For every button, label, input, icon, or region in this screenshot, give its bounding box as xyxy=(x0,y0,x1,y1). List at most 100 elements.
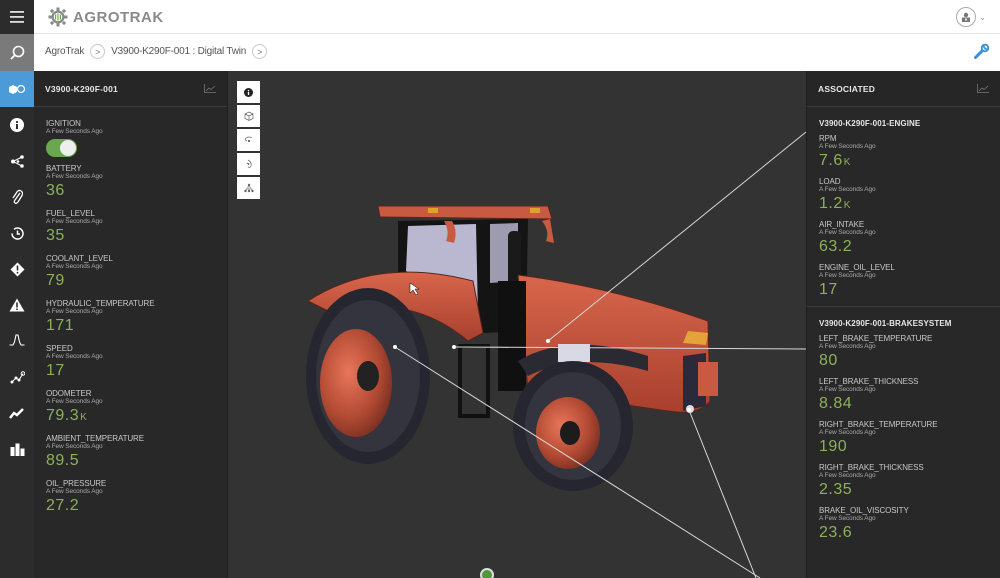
metric-item[interactable]: ODOMETER A Few Seconds Ago 79.3K xyxy=(46,389,227,427)
breadcrumb-item-current[interactable]: V3900-K290F-001 : Digital Twin xyxy=(111,46,246,57)
metric-value: 89.5 xyxy=(46,451,227,472)
breadcrumb-item-root[interactable]: AgroTrak xyxy=(45,46,84,57)
metric-label: RPM xyxy=(819,134,837,143)
metric-item[interactable]: LEFT_BRAKE_THICKNESS A Few Seconds Ago 8… xyxy=(819,377,1000,415)
compass-indicator[interactable] xyxy=(480,568,494,578)
rail-info-button[interactable] xyxy=(0,107,34,143)
rail-alerts-button[interactable] xyxy=(0,287,34,323)
metric-label: FUEL_LEVEL xyxy=(46,209,95,218)
work-light xyxy=(558,344,590,362)
metric-item[interactable]: LOAD A Few Seconds Ago 1.2K xyxy=(819,177,1000,215)
metric-label: LOAD xyxy=(819,177,841,186)
metric-number: 190 xyxy=(819,438,848,455)
rail-bar-chart-button[interactable] xyxy=(0,431,34,467)
user-menu[interactable]: ⌄ xyxy=(956,7,986,27)
app-root: AGROTRAK ⌄ AgroTrak > V3900-K290F-001 : … xyxy=(0,0,1000,578)
metric-number: 1.2 xyxy=(819,195,843,212)
metric-value: 190 xyxy=(819,437,1000,458)
metric-label: OIL_PRESSURE xyxy=(46,479,107,488)
chevron-right-icon[interactable]: > xyxy=(90,44,106,59)
metric-item[interactable]: OIL_PRESSURE A Few Seconds Ago 27.2 xyxy=(46,479,227,517)
metric-item[interactable]: RPM A Few Seconds Ago 7.6K xyxy=(819,134,1000,172)
breadcrumb: AgroTrak > V3900-K290F-001 : Digital Twi… xyxy=(45,44,268,59)
user-icon xyxy=(962,12,971,22)
line-chart-icon[interactable] xyxy=(977,84,989,93)
top-header: AGROTRAK ⌄ xyxy=(34,0,1000,34)
metric-label: RIGHT_BRAKE_TEMPERATURE xyxy=(819,420,938,429)
metric-label: BRAKE_OIL_VISCOSITY xyxy=(819,506,909,515)
metrics-list: IGNITION A Few Seconds Ago BATTERY A Few… xyxy=(34,107,227,517)
rail-menu-button[interactable] xyxy=(0,0,34,34)
associated-group: V3900-K290F-001-ENGINE RPM A Few Seconds… xyxy=(807,107,1000,301)
metric-number: 89.5 xyxy=(46,452,80,469)
metric-item[interactable]: RIGHT_BRAKE_TEMPERATURE A Few Seconds Ag… xyxy=(819,420,1000,458)
app-logo[interactable]: AGROTRAK xyxy=(48,7,164,27)
metric-number: 79.3 xyxy=(46,407,80,424)
info-icon xyxy=(10,118,24,132)
metric-number: 17 xyxy=(46,362,65,379)
warning-triangle-icon xyxy=(9,298,25,312)
metric-item[interactable]: FUEL_LEVEL A Few Seconds Ago 35 xyxy=(46,209,227,247)
metric-item[interactable]: ENGINE_OIL_LEVEL A Few Seconds Ago 17 xyxy=(819,263,1000,301)
rail-relationships-button[interactable] xyxy=(0,143,34,179)
rail-scatter-button[interactable] xyxy=(0,359,34,395)
metric-label: BATTERY xyxy=(46,164,82,173)
metric-label: COOLANT_LEVEL xyxy=(46,254,113,263)
group-title[interactable]: V3900-K290F-001-BRAKESYSTEM xyxy=(819,319,1000,328)
rail-attachments-button[interactable] xyxy=(0,179,34,215)
ignition-toggle[interactable] xyxy=(46,139,77,157)
diamond-alert-icon xyxy=(10,262,24,276)
line-chart-icon[interactable] xyxy=(204,84,216,93)
rail-trend-button[interactable] xyxy=(0,395,34,431)
metric-item[interactable]: AMBIENT_TEMPERATURE A Few Seconds Ago 89… xyxy=(46,434,227,472)
metric-timestamp: A Few Seconds Ago xyxy=(46,308,103,315)
metric-value: 36 xyxy=(46,181,227,202)
metric-value: 8.84 xyxy=(819,394,1000,415)
metric-label: AMBIENT_TEMPERATURE xyxy=(46,434,144,443)
metric-item[interactable]: SPEED A Few Seconds Ago 17 xyxy=(46,344,227,382)
metric-item[interactable]: AIR_INTAKE A Few Seconds Ago 63.2 xyxy=(819,220,1000,258)
metric-timestamp: A Few Seconds Ago xyxy=(819,386,876,393)
metric-item[interactable]: LEFT_BRAKE_TEMPERATURE A Few Seconds Ago… xyxy=(819,334,1000,372)
avatar[interactable] xyxy=(956,7,977,27)
associated-panel: ASSOCIATED V3900-K290F-001-ENGINE RPM A … xyxy=(806,71,1000,578)
rail-incidents-button[interactable] xyxy=(0,251,34,287)
group-title[interactable]: V3900-K290F-001-ENGINE xyxy=(819,119,1000,128)
metric-item[interactable]: COOLANT_LEVEL A Few Seconds Ago 79 xyxy=(46,254,227,292)
metric-value: 7.6K xyxy=(819,151,1000,172)
tractor-3d-model[interactable] xyxy=(228,71,806,578)
metric-timestamp: A Few Seconds Ago xyxy=(819,143,876,150)
metric-timestamp: A Few Seconds Ago xyxy=(46,173,103,180)
metric-value: 79 xyxy=(46,271,227,292)
settings-button[interactable] xyxy=(974,43,990,64)
metric-item[interactable]: RIGHT_BRAKE_THICKNESS A Few Seconds Ago … xyxy=(819,463,1000,501)
chevron-down-icon[interactable]: ⌄ xyxy=(979,13,986,22)
metric-number: 63.2 xyxy=(819,238,853,255)
metric-number: 79 xyxy=(46,272,65,289)
metric-item[interactable]: HYDRAULIC_TEMPERATURE A Few Seconds Ago … xyxy=(46,299,227,337)
metric-value: 17 xyxy=(46,361,227,382)
metric-number: 17 xyxy=(819,281,838,298)
rail-digital-twin-button[interactable] xyxy=(0,71,34,107)
cab-step-tower xyxy=(498,281,526,391)
metric-item[interactable]: BRAKE_OIL_VISCOSITY A Few Seconds Ago 23… xyxy=(819,506,1000,544)
metric-label: HYDRAULIC_TEMPERATURE xyxy=(46,299,155,308)
chevron-right-icon[interactable]: > xyxy=(252,44,268,59)
scatter-chart-icon xyxy=(10,370,25,383)
paperclip-icon xyxy=(12,189,23,204)
rail-history-button[interactable] xyxy=(0,215,34,251)
metric-value: 80 xyxy=(819,351,1000,372)
metric-label: SPEED xyxy=(46,344,73,353)
metric-value: 35 xyxy=(46,226,227,247)
left-rail xyxy=(0,0,34,578)
digital-twin-viewer[interactable] xyxy=(228,71,806,578)
metric-value: 27.2 xyxy=(46,496,227,517)
share-nodes-icon xyxy=(10,154,24,168)
rail-search-button[interactable] xyxy=(0,34,34,71)
front-light xyxy=(686,405,694,413)
rail-signal-button[interactable] xyxy=(0,323,34,359)
metric-item[interactable]: BATTERY A Few Seconds Ago 36 xyxy=(46,164,227,202)
metric-timestamp: A Few Seconds Ago xyxy=(46,398,103,405)
rear-wheel xyxy=(306,288,430,464)
metric-value: 2.35 xyxy=(819,480,1000,501)
